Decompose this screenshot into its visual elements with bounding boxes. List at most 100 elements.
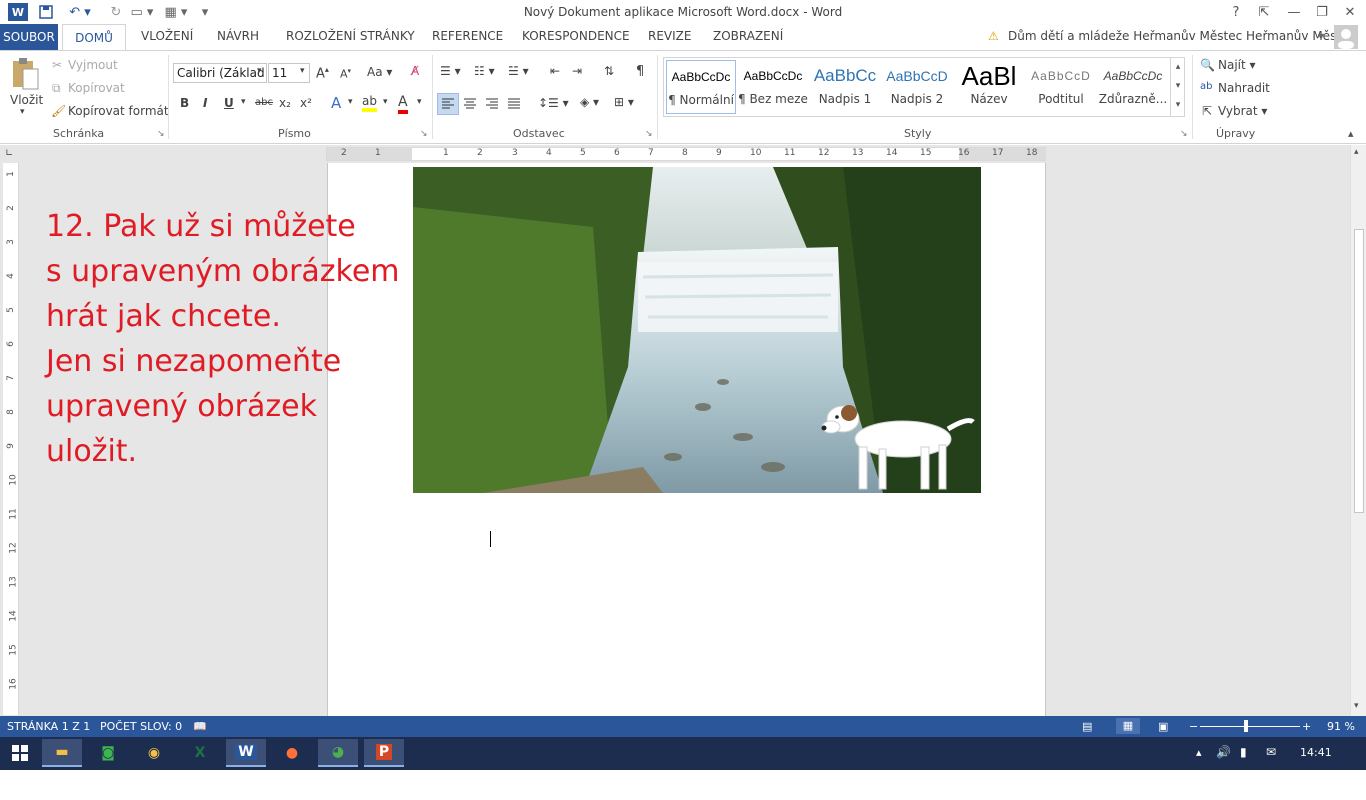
file-explorer-icon[interactable]: ▬ <box>42 739 82 767</box>
copy-button[interactable]: Kopírovat <box>68 81 125 95</box>
paragraph-launcher-icon[interactable]: ↘ <box>645 129 653 139</box>
decrease-indent-icon[interactable]: ⇤ <box>550 64 560 78</box>
print-layout-icon[interactable]: ▦ <box>1116 718 1140 734</box>
gallery-scroll[interactable]: ▴ ▾ ▾ <box>1170 58 1185 116</box>
shrink-font-icon[interactable]: A▾ <box>340 67 351 81</box>
tray-arrow-icon[interactable]: ▴ <box>1196 746 1202 759</box>
clipboard-launcher-icon[interactable]: ↘ <box>157 129 165 139</box>
page-count[interactable]: STRÁNKA 1 Z 1 <box>7 720 90 733</box>
show-formatting-button[interactable]: ¶ <box>636 64 644 79</box>
style-subtitle[interactable]: AaBbCcD Podtitul <box>1026 60 1096 114</box>
numbering-icon[interactable]: ☷ ▾ <box>474 64 495 78</box>
font-color-icon[interactable]: A <box>398 94 408 114</box>
tab-references[interactable]: REFERENCE <box>432 29 503 43</box>
style-no-spacing[interactable]: AaBbCcDc ¶ Bez mezer <box>738 60 808 114</box>
excel-icon[interactable]: X <box>180 739 220 767</box>
account-name[interactable]: Dům dětí a mládeže Heřmanův Městec Heřma… <box>1008 29 1355 43</box>
multilevel-list-icon[interactable]: ☱ ▾ <box>508 64 529 78</box>
close-button[interactable]: ✕ <box>1336 2 1364 22</box>
bold-button[interactable]: B <box>180 96 189 110</box>
text-effects-icon[interactable]: A <box>331 94 341 112</box>
highlight-icon[interactable]: ab <box>362 94 377 112</box>
zoom-out-icon[interactable]: − <box>1189 720 1198 733</box>
find-button[interactable]: Najít ▾ <box>1218 58 1256 72</box>
grow-font-icon[interactable]: A▴ <box>316 65 329 81</box>
font-size-dropdown-icon[interactable]: ▾ <box>300 66 305 76</box>
word-icon[interactable]: W <box>226 739 266 767</box>
align-center-button[interactable] <box>460 94 480 114</box>
sort-icon[interactable]: ⇅ <box>604 64 614 78</box>
zoom-level[interactable]: 91 % <box>1327 720 1355 733</box>
align-left-button[interactable] <box>437 93 459 115</box>
highlight-dropdown-icon[interactable]: ▾ <box>383 97 388 107</box>
tab-mailings[interactable]: KORESPONDENCE <box>522 29 630 43</box>
text-effects-dropdown-icon[interactable]: ▾ <box>348 97 353 107</box>
tab-selector-icon[interactable]: ∟ <box>5 148 13 159</box>
line-spacing-icon[interactable]: ↕☰ ▾ <box>538 96 569 110</box>
paste-icon[interactable] <box>10 57 40 91</box>
collapse-ribbon-icon[interactable]: ▴ <box>1348 127 1354 140</box>
powerpoint-icon[interactable]: P <box>364 739 404 767</box>
tab-design[interactable]: NÁVRH <box>217 29 259 43</box>
font-name-dropdown-icon[interactable]: ▾ <box>257 66 262 76</box>
body-text[interactable]: 12. Pak už si můžete s upraveným obrázke… <box>46 204 426 474</box>
web-layout-icon[interactable]: ▣ <box>1158 720 1168 733</box>
borders-icon[interactable]: ⊞ ▾ <box>614 95 634 109</box>
styles-launcher-icon[interactable]: ↘ <box>1180 129 1188 139</box>
change-case-button[interactable]: Aa ▾ <box>367 65 392 79</box>
replace-button[interactable]: Nahradit <box>1218 81 1270 95</box>
clock[interactable]: 14:41 <box>1300 746 1332 759</box>
read-mode-icon[interactable]: ▤ <box>1082 720 1092 733</box>
chrome-icon[interactable]: ◕ <box>318 739 358 767</box>
maximize-button[interactable]: ❐ <box>1308 2 1336 22</box>
style-emphasis[interactable]: AaBbCcDc Zdůrazně... <box>1098 60 1168 114</box>
network-icon[interactable]: ▮ <box>1240 745 1247 759</box>
font-name-box[interactable]: Calibri (Základ <box>173 63 267 83</box>
notification-icon[interactable]: ✉ <box>1266 745 1276 759</box>
bullets-icon[interactable]: ☰ ▾ <box>440 64 461 78</box>
superscript-button[interactable]: x² <box>300 96 312 110</box>
align-right-button[interactable] <box>482 94 502 114</box>
proofing-icon[interactable]: 📖 <box>193 720 207 733</box>
shading-icon[interactable]: ◈ ▾ <box>580 95 599 109</box>
photos-icon[interactable]: ◉ <box>134 739 174 767</box>
word-count[interactable]: POČET SLOV: 0 <box>100 720 182 733</box>
style-heading-1[interactable]: AaBbCc Nadpis 1 <box>810 60 880 114</box>
scroll-up-icon[interactable]: ▴ <box>1354 147 1359 157</box>
zoom-in-icon[interactable]: + <box>1302 720 1311 733</box>
vertical-ruler[interactable]: 1 2 3 4 5 6 7 8 9 10 11 12 13 14 15 16 <box>3 163 19 715</box>
horizontal-ruler[interactable]: 2 1 1 2 3 4 5 6 7 8 9 10 11 12 13 14 15 16 17 18 <box>326 147 1046 161</box>
avatar[interactable] <box>1334 25 1358 49</box>
tab-layout[interactable]: ROZLOŽENÍ STRÁNKY <box>286 29 415 43</box>
italic-button[interactable]: I <box>203 96 207 110</box>
zoom-slider[interactable] <box>1200 726 1300 727</box>
paste-button[interactable]: Vložit <box>10 93 43 107</box>
style-normal[interactable]: AaBbCcDc ¶ Normální <box>666 60 736 114</box>
subscript-button[interactable]: x₂ <box>279 96 291 110</box>
vertical-scrollbar[interactable]: ▴ ▾ <box>1350 145 1366 717</box>
font-launcher-icon[interactable]: ↘ <box>420 129 428 139</box>
style-heading-2[interactable]: AaBbCcD Nadpis 2 <box>882 60 952 114</box>
account-dropdown-icon[interactable]: ▾ <box>1318 29 1324 43</box>
cut-button[interactable]: Vyjmout <box>68 58 118 72</box>
ribbon-display-button[interactable]: ⇱ <box>1250 2 1278 22</box>
tab-view[interactable]: ZOBRAZENÍ <box>713 29 783 43</box>
tab-review[interactable]: REVIZE <box>648 29 691 43</box>
style-title[interactable]: AaBl Název <box>954 60 1024 114</box>
select-button[interactable]: Vybrat ▾ <box>1218 104 1267 118</box>
start-icon[interactable] <box>0 739 40 767</box>
scroll-thumb[interactable] <box>1354 229 1364 513</box>
underline-button[interactable]: U <box>224 96 234 110</box>
tab-home[interactable]: DOMŮ <box>62 24 126 51</box>
format-painter-button[interactable]: Kopírovat formát <box>68 104 169 118</box>
paste-dropdown-icon[interactable]: ▾ <box>20 107 25 117</box>
zoom-thumb[interactable] <box>1244 720 1248 732</box>
strikethrough-button[interactable]: abc <box>255 97 273 108</box>
store-icon[interactable]: ◙ <box>88 739 128 767</box>
clear-formatting-icon[interactable]: A̸ <box>411 64 419 78</box>
waterfall-image[interactable] <box>413 167 981 493</box>
underline-dropdown-icon[interactable]: ▾ <box>241 97 246 107</box>
scroll-down-icon[interactable]: ▾ <box>1354 701 1359 711</box>
minimize-button[interactable]: — <box>1280 2 1308 22</box>
tab-file[interactable]: SOUBOR <box>0 24 58 50</box>
